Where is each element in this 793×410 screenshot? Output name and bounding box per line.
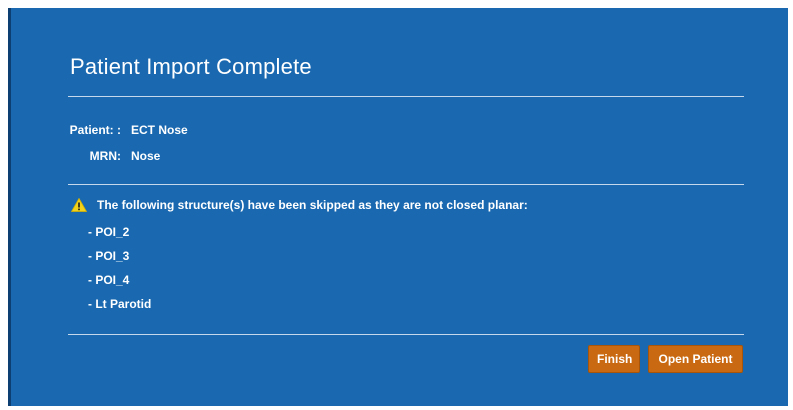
skipped-warning: The following structure(s) have been ski… <box>70 197 528 212</box>
mrn-value: Nose <box>131 149 161 163</box>
list-item: - Lt Parotid <box>88 297 152 311</box>
open-patient-button[interactable]: Open Patient <box>648 345 743 373</box>
list-item: - POI_4 <box>88 273 130 287</box>
warning-text: The following structure(s) have been ski… <box>97 198 528 212</box>
footer-divider <box>68 334 744 335</box>
patient-value: ECT Nose <box>131 123 188 137</box>
title-divider <box>68 96 744 97</box>
list-item: - POI_2 <box>88 225 130 239</box>
mrn-row: MRN: Nose <box>55 149 161 163</box>
list-item: - POI_3 <box>88 249 130 263</box>
finish-button[interactable]: Finish <box>588 345 640 373</box>
patient-label: Patient: : <box>69 123 121 137</box>
patient-import-dialog: Patient Import Complete Patient: : ECT No… <box>8 8 788 406</box>
mrn-label: MRN: <box>89 149 121 163</box>
dialog-title: Patient Import Complete <box>70 54 312 79</box>
info-divider <box>68 184 744 185</box>
patient-row: Patient: : ECT Nose <box>55 123 188 137</box>
warning-triangle-icon <box>70 197 88 212</box>
skipped-structures-list: - POI_2 - POI_3 - POI_4 - Lt Parotid <box>88 220 151 316</box>
